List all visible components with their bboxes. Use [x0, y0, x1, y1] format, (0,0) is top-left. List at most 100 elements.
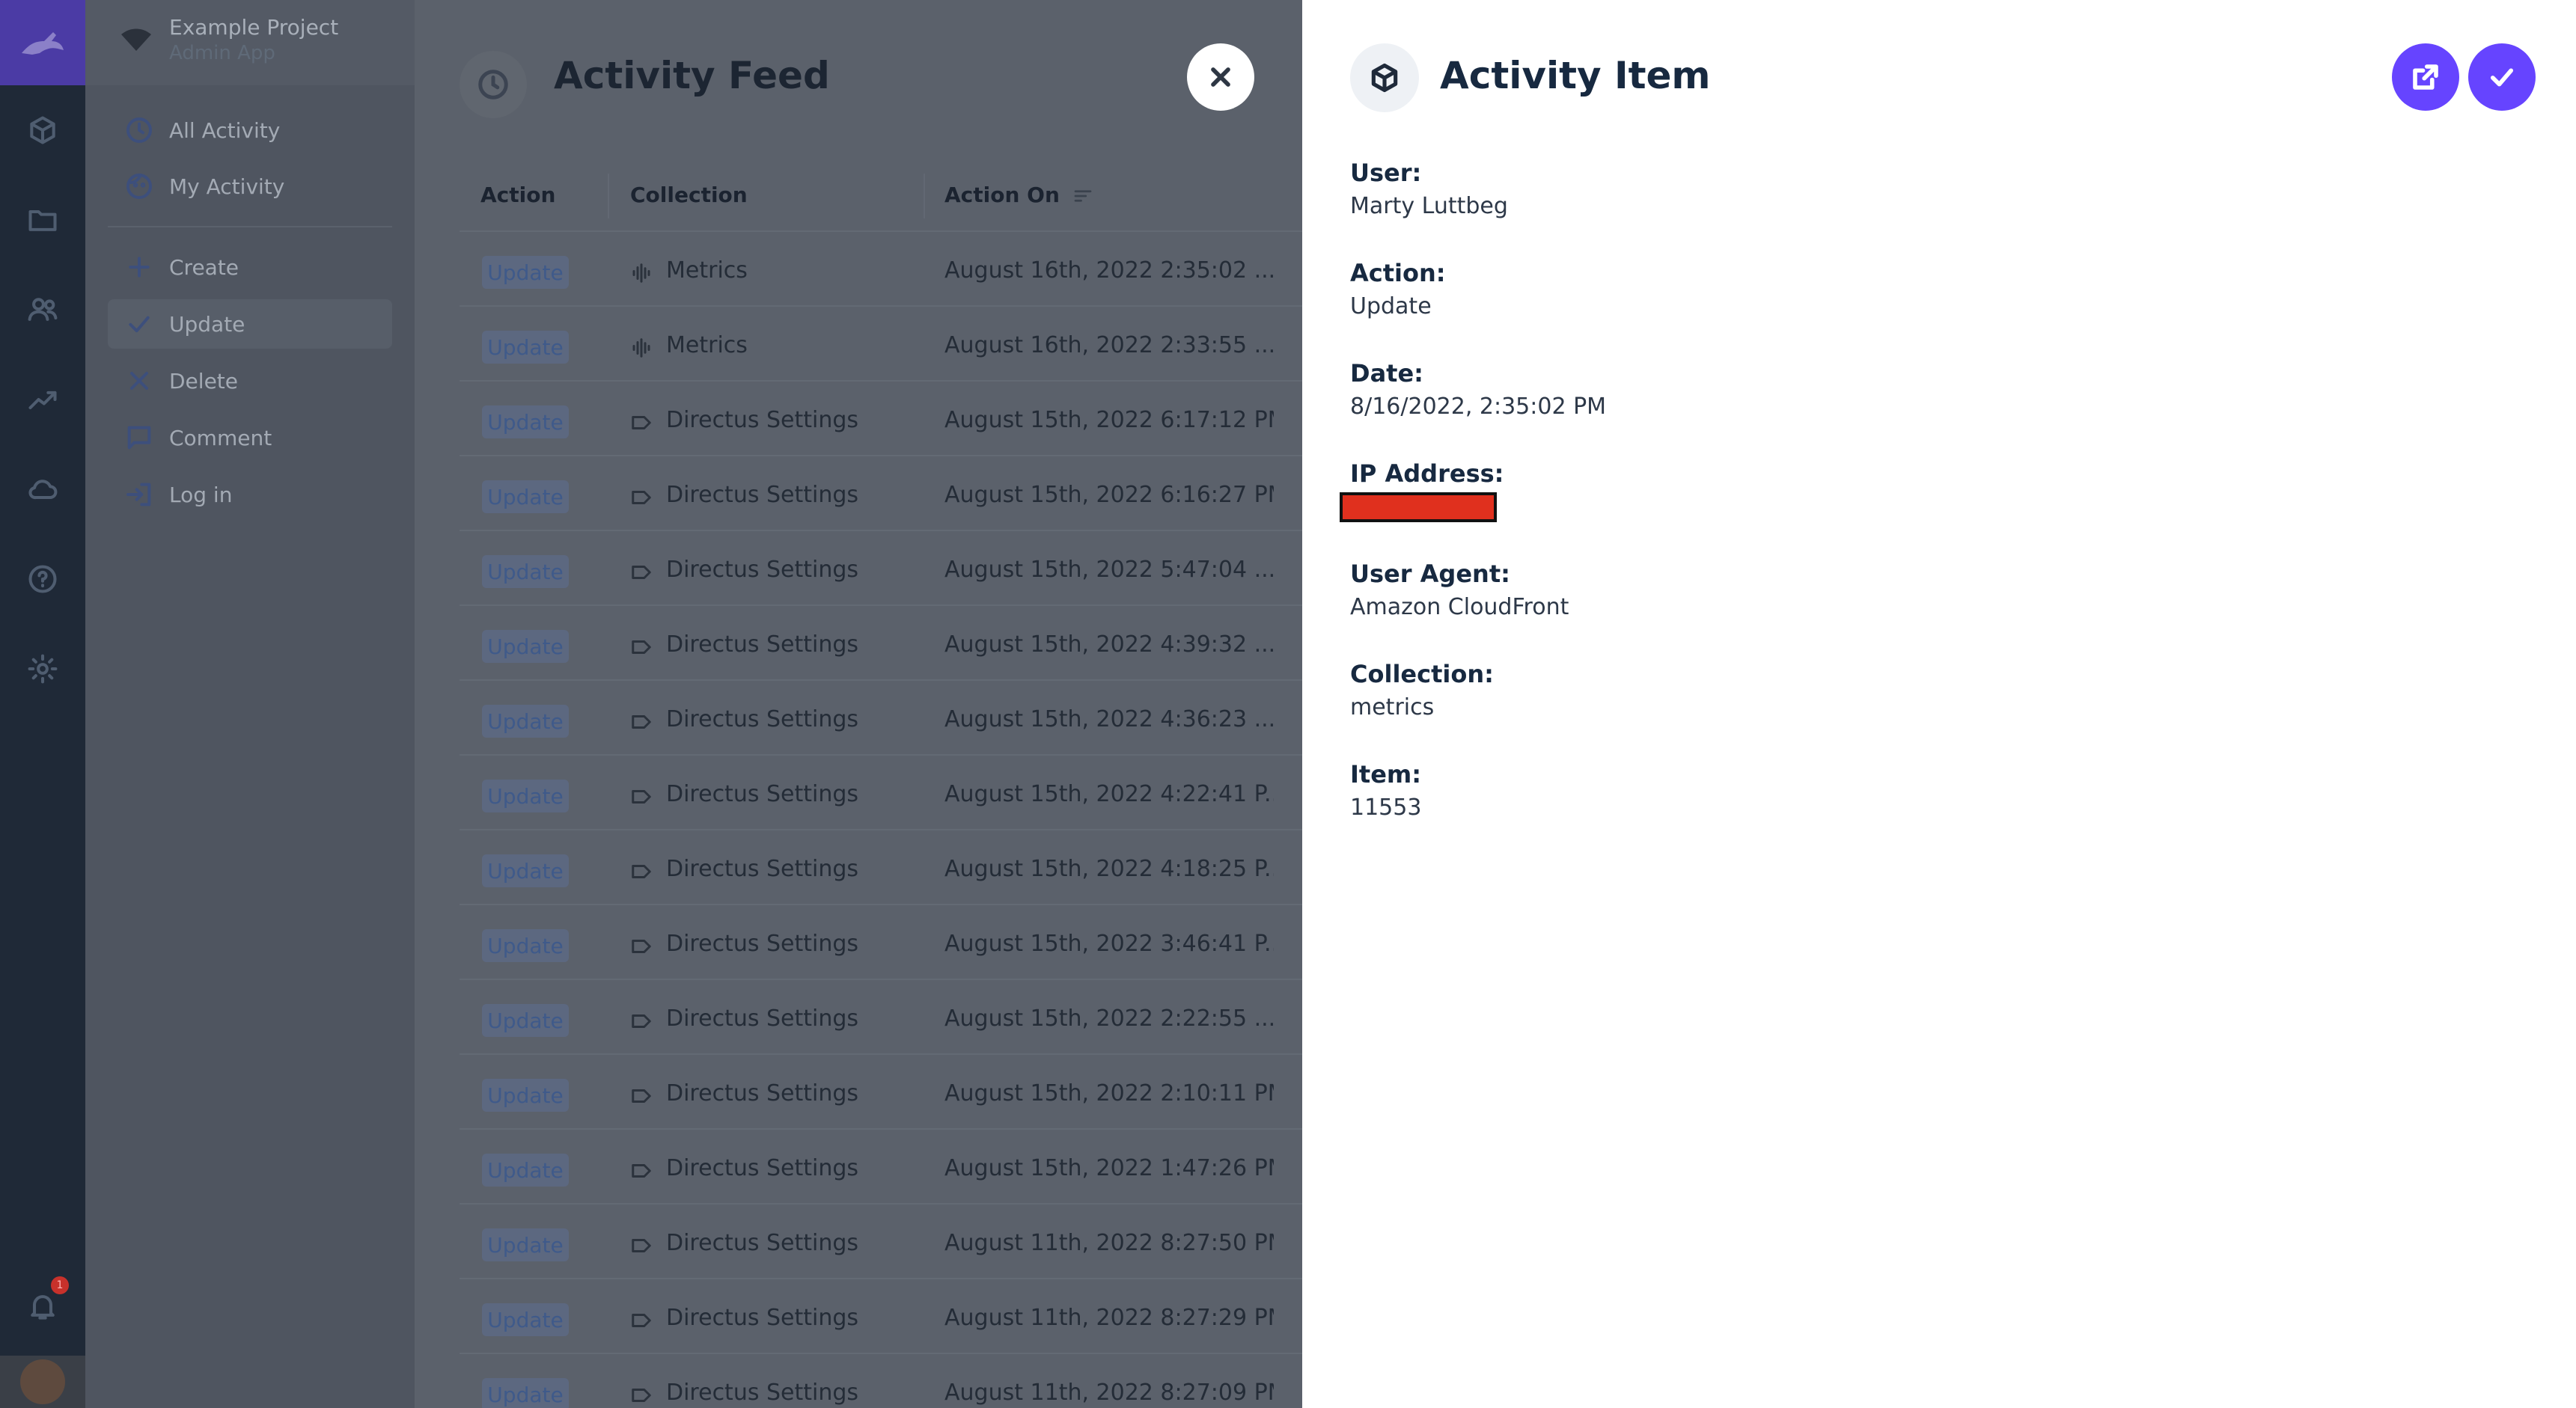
table-row[interactable]: Update Directus Settings August 11th, 20… — [460, 1205, 1302, 1279]
activity-feed: Activity Feed Action Collection Action O… — [415, 0, 1302, 1408]
done-button[interactable] — [2468, 43, 2536, 111]
open-item-button[interactable] — [2392, 43, 2459, 111]
nav-item-update[interactable]: Update — [108, 299, 392, 349]
table-row[interactable]: Update Directus Settings August 15th, 20… — [460, 681, 1302, 756]
label-icon — [632, 940, 651, 953]
table-row[interactable]: Update Directus Settings August 15th, 20… — [460, 606, 1302, 681]
sort-icon — [1074, 190, 1092, 202]
table-row[interactable]: Update Directus Settings August 11th, 20… — [460, 1354, 1302, 1408]
column-divider[interactable] — [924, 174, 925, 218]
label-icon — [632, 416, 651, 429]
field-item: Item: 11553 — [1350, 760, 1421, 821]
field-label: User Agent: — [1350, 560, 1510, 588]
navigation-panel: Example Project Admin App All Activity M… — [85, 0, 415, 1408]
collection-name: Directus Settings — [666, 631, 859, 658]
page-title: Activity Feed — [554, 54, 830, 97]
collection-name: Directus Settings — [666, 407, 859, 433]
table-row[interactable]: Update Directus Settings August 11th, 20… — [460, 1279, 1302, 1354]
table-row[interactable]: Update Directus Settings August 15th, 20… — [460, 531, 1302, 606]
nav-item-create[interactable]: Create — [108, 242, 392, 292]
field-label: Collection: — [1350, 660, 1494, 688]
notification-badge: 1 — [51, 1276, 69, 1294]
settings-icon[interactable] — [25, 651, 61, 687]
table-row[interactable]: Update Metrics August 16th, 2022 2:33:55… — [460, 307, 1302, 382]
nav-item-label: Log in — [169, 482, 233, 507]
project-switcher[interactable]: Example Project Admin App — [85, 0, 415, 85]
action-badge: Update — [482, 630, 569, 663]
action-date: August 15th, 2022 6:16:27 PM — [944, 482, 1274, 508]
field-value: 11553 — [1350, 795, 1422, 821]
collection-name: Directus Settings — [666, 706, 859, 732]
column-header-label: Action On — [944, 183, 1060, 207]
nav-item-label: All Activity — [169, 117, 281, 143]
label-icon — [632, 1164, 651, 1178]
column-header-action[interactable]: Action — [480, 183, 555, 207]
column-header-collection[interactable]: Collection — [630, 183, 748, 207]
nav-item-label: My Activity — [169, 174, 285, 199]
row-divider — [460, 904, 1302, 905]
folder-icon[interactable] — [25, 202, 61, 238]
column-divider[interactable] — [608, 174, 609, 218]
nav-item-comment[interactable]: Comment — [108, 413, 392, 462]
field-value: Amazon CloudFront — [1350, 594, 1569, 620]
action-date: August 15th, 2022 2:22:55 ... — [944, 1006, 1274, 1032]
collection-name: Directus Settings — [666, 1305, 859, 1331]
avatar-image — [20, 1359, 65, 1404]
action-date: August 15th, 2022 3:46:41 P... — [944, 931, 1274, 957]
action-date: August 15th, 2022 1:47:26 PM — [944, 1155, 1274, 1181]
table-row[interactable]: Update Directus Settings August 15th, 20… — [460, 980, 1302, 1055]
check-icon — [129, 316, 150, 333]
wifi-icon — [121, 28, 151, 51]
table-row[interactable]: Update Directus Settings August 15th, 20… — [460, 382, 1302, 456]
nav-item-delete[interactable]: Delete — [108, 356, 392, 405]
table-row[interactable]: Update Directus Settings August 15th, 20… — [460, 1055, 1302, 1130]
action-badge: Update — [482, 854, 569, 887]
action-date: August 15th, 2022 2:10:11 PM — [944, 1080, 1274, 1106]
table-row[interactable]: Update Directus Settings August 15th, 20… — [460, 905, 1302, 980]
check-icon — [2490, 68, 2514, 87]
nav-item-my-activity[interactable]: My Activity — [108, 162, 392, 211]
nav-item-all-activity[interactable]: All Activity — [108, 105, 392, 155]
action-badge: Update — [482, 256, 569, 289]
table-row[interactable]: Update Directus Settings August 15th, 20… — [460, 756, 1302, 830]
action-date: August 15th, 2022 4:39:32 ... — [944, 631, 1274, 658]
avatar[interactable] — [0, 1356, 85, 1408]
row-divider — [460, 604, 1302, 606]
collection-name: Directus Settings — [666, 482, 859, 508]
action-badge: Update — [482, 1378, 569, 1408]
help-icon[interactable] — [25, 561, 61, 597]
label-icon — [632, 1014, 651, 1028]
nav-item-label: Delete — [169, 368, 238, 394]
action-date: August 15th, 2022 4:36:23 ... — [944, 706, 1274, 732]
column-header-action-on[interactable]: Action On — [944, 183, 1094, 207]
row-divider — [460, 679, 1302, 681]
field-label: Action: — [1350, 259, 1446, 287]
cloud-icon[interactable] — [25, 471, 61, 507]
label-icon — [632, 566, 651, 579]
bell-icon[interactable] — [25, 1288, 61, 1324]
label-icon — [632, 715, 651, 729]
table-row[interactable]: Update Directus Settings August 15th, 20… — [460, 830, 1302, 905]
cube-icon[interactable] — [25, 112, 61, 148]
collection-name: Metrics — [666, 257, 748, 284]
users-icon[interactable] — [25, 292, 61, 328]
label-icon — [632, 1314, 651, 1327]
insights-icon[interactable] — [25, 382, 61, 417]
face-icon — [126, 174, 152, 199]
collection-name: Directus Settings — [666, 1380, 859, 1406]
row-divider — [460, 1128, 1302, 1130]
field-value: Marty Luttbeg — [1350, 193, 1508, 219]
table-row[interactable]: Update Metrics August 16th, 2022 2:35:02… — [460, 232, 1302, 307]
collection-name: Directus Settings — [666, 1155, 859, 1181]
collection-name: Directus Settings — [666, 856, 859, 882]
close-drawer-button[interactable] — [1187, 43, 1254, 111]
table-row[interactable]: Update Directus Settings August 15th, 20… — [460, 456, 1302, 531]
table-row[interactable]: Update Directus Settings August 15th, 20… — [460, 1130, 1302, 1205]
collection-name: Directus Settings — [666, 1006, 859, 1032]
collection-name: Directus Settings — [666, 557, 859, 583]
field-ip-address: IP Address: — [1350, 459, 1504, 494]
nav-item-log-in[interactable]: Log in — [108, 470, 392, 519]
field-value: 8/16/2022, 2:35:02 PM — [1350, 394, 1607, 420]
action-date: August 16th, 2022 2:33:55 ... — [944, 332, 1274, 358]
rabbit-logo-icon[interactable] — [0, 0, 85, 85]
